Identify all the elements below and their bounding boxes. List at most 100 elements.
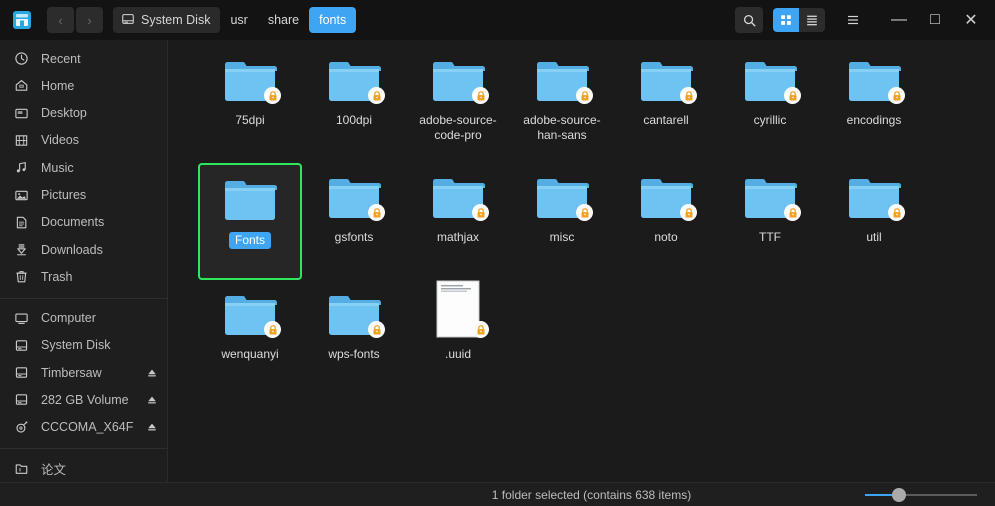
folder-icon [637,171,695,221]
file-grid-item-label: cyrillic [720,113,820,128]
breadcrumb-item-system-disk[interactable]: System Disk [113,7,220,33]
file-grid-item-label: cantarell [616,113,716,128]
file-grid-item[interactable]: adobe-source-han-sans [510,46,614,163]
breadcrumb-item-share[interactable]: share [258,7,309,33]
file-grid-item-label: misc [512,230,612,245]
document-icon [13,214,30,231]
sidebar-item-lunwen[interactable]: 论文 [0,455,167,482]
folder-icon [13,460,30,477]
sidebar-item-282-gb-volume[interactable]: 282 GB Volume [0,386,167,413]
image-icon [13,187,30,204]
file-icon [429,288,487,338]
file-grid-item-selected[interactable]: Fonts [198,163,302,280]
lock-badge-icon [680,87,697,104]
sidebar-item-label: Videos [41,133,159,147]
sidebar-item-videos[interactable]: Videos [0,127,167,154]
computer-icon [13,310,30,327]
file-grid-item[interactable]: .uuid [406,280,510,397]
file-grid-item[interactable]: 100dpi [302,46,406,163]
file-grid-item[interactable]: wps-fonts [302,280,406,397]
sidebar-item-documents[interactable]: Documents [0,209,167,236]
breadcrumb-item-usr[interactable]: usr [220,7,257,33]
eject-icon[interactable] [145,394,159,406]
file-grid-item[interactable]: gsfonts [302,163,406,280]
sidebar-item-system-disk[interactable]: System Disk [0,332,167,359]
drive-icon [13,364,30,381]
forward-button[interactable]: › [76,7,103,33]
file-grid-item[interactable]: misc [510,163,614,280]
navigation-buttons: ‹ › [47,7,103,33]
file-grid-item-label: 100dpi [304,113,404,128]
file-grid-item[interactable]: wenquanyi [198,280,302,397]
breadcrumb-item-fonts[interactable]: fonts [309,7,356,33]
folder-icon [429,171,487,221]
sidebar-item-music[interactable]: Music [0,154,167,181]
lock-badge-icon [888,204,905,221]
window-body: Recent Home Desktop Videos [0,40,995,482]
file-grid-item-label: 75dpi [200,113,300,128]
file-grid-item-label: wps-fonts [304,347,404,362]
sidebar-divider [0,448,167,449]
file-grid-item-label: Fonts [229,232,271,249]
drive-icon [13,337,30,354]
eject-icon[interactable] [145,367,159,379]
statusbar: 1 folder selected (contains 638 items) [0,482,995,506]
lock-badge-icon [472,321,489,338]
file-grid-item[interactable]: TTF [718,163,822,280]
folder-icon [221,54,279,104]
file-manager-icon [9,7,35,33]
sidebar-item-trash[interactable]: Trash [0,263,167,290]
lock-badge-icon [264,87,281,104]
clock-icon [13,50,30,67]
sidebar-item-home[interactable]: Home [0,72,167,99]
file-grid-item[interactable]: mathjax [406,163,510,280]
file-grid-item[interactable]: noto [614,163,718,280]
sidebar-item-label: System Disk [41,338,159,352]
sidebar-item-label: Timbersaw [41,366,134,380]
sidebar-item-recent[interactable]: Recent [0,45,167,72]
sidebar-item-pictures[interactable]: Pictures [0,181,167,208]
maximize-button[interactable]: □ [917,6,953,34]
file-grid-item[interactable]: util [822,163,926,280]
search-icon[interactable] [735,7,763,33]
lock-badge-icon [576,204,593,221]
lock-badge-icon [680,204,697,221]
sidebar-item-label: Pictures [41,188,159,202]
zoom-slider[interactable] [865,488,977,502]
minimize-button[interactable]: — [881,6,917,34]
sidebar-item-desktop[interactable]: Desktop [0,100,167,127]
sidebar-item-label: Music [41,161,159,175]
file-grid-item-label: util [824,230,924,245]
breadcrumb: System Disk usr share fonts [113,7,356,33]
file-grid-item-label: .uuid [408,347,508,362]
view-mode-toggle [773,8,825,32]
file-grid-item[interactable]: cantarell [614,46,718,163]
sidebar-item-cccoma-x64f[interactable]: CCCOMA_X64F [0,414,167,441]
sidebar-item-downloads[interactable]: Downloads [0,236,167,263]
sidebar-item-label: 论文 [41,459,159,478]
sidebar-item-label: Downloads [41,243,159,257]
grid-view-icon[interactable] [773,8,799,32]
disk-icon [121,12,135,29]
lock-badge-icon [472,204,489,221]
file-grid-item-label: noto [616,230,716,245]
list-view-icon[interactable] [799,8,825,32]
close-button[interactable]: ✕ [953,6,989,34]
eject-icon[interactable] [145,421,159,433]
folder-icon [845,171,903,221]
file-grid-item[interactable]: adobe-source-code-pro [406,46,510,163]
folder-icon [845,54,903,104]
breadcrumb-label: System Disk [141,13,210,27]
file-grid-item[interactable]: cyrillic [718,46,822,163]
file-grid-item[interactable]: encodings [822,46,926,163]
back-button[interactable]: ‹ [47,7,74,33]
sidebar-item-label: Documents [41,215,159,229]
file-grid-area[interactable]: 75dpi 100dpi adobe-source-code-pro adobe… [168,40,995,482]
file-grid-item[interactable]: 75dpi [198,46,302,163]
lock-badge-icon [368,87,385,104]
folder-icon [533,171,591,221]
sidebar-item-computer[interactable]: Computer [0,304,167,331]
hamburger-menu-icon[interactable] [839,7,867,33]
sidebar-item-timbersaw[interactable]: Timbersaw [0,359,167,386]
zoom-slider-handle[interactable] [892,488,906,502]
